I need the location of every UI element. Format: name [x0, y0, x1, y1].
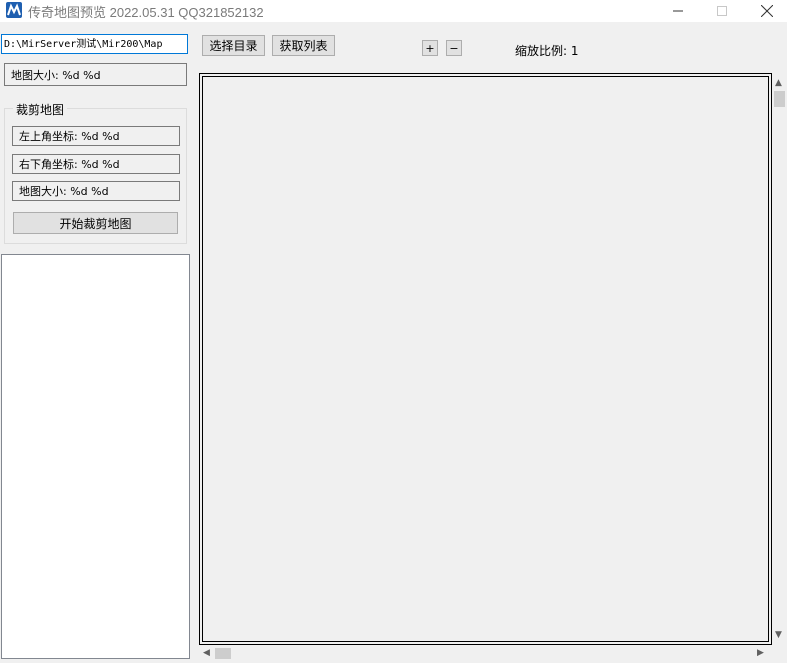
- scroll-left-icon[interactable]: ◀: [203, 648, 210, 658]
- zoom-scale-label: 缩放比例: 1: [515, 44, 579, 58]
- vertical-scrollbar[interactable]: ▲ ▼: [772, 73, 787, 645]
- map-preview-area: [202, 76, 769, 642]
- app-logo-icon: [6, 2, 22, 18]
- map-file-list[interactable]: [1, 254, 190, 659]
- select-directory-button[interactable]: 选择目录: [202, 35, 265, 56]
- start-crop-button[interactable]: 开始裁剪地图: [13, 212, 178, 234]
- zoom-in-button[interactable]: +: [422, 40, 438, 56]
- horizontal-scrollbar[interactable]: ◀ ▶: [199, 645, 772, 661]
- window-title: 传奇地图预览 2022.05.31 QQ321852132: [28, 5, 264, 20]
- crop-group-title: 裁剪地图: [13, 101, 68, 118]
- maximize-button[interactable]: [699, 0, 745, 22]
- bottom-right-coord-label: 右下角坐标: %d %d: [12, 154, 180, 174]
- map-size-label: 地图大小: %d %d: [4, 63, 187, 86]
- path-input[interactable]: D:\MirServer测试\Mir200\Map: [1, 34, 188, 54]
- close-button[interactable]: [744, 0, 787, 22]
- vertical-scroll-thumb[interactable]: [774, 91, 785, 107]
- scroll-down-icon[interactable]: ▼: [775, 630, 782, 640]
- minimize-button[interactable]: [655, 0, 701, 22]
- maximize-icon: [717, 6, 727, 16]
- title-bar: 传奇地图预览 2022.05.31 QQ321852132: [0, 0, 787, 22]
- minimize-icon: [673, 10, 683, 12]
- crop-map-size-label: 地图大小: %d %d: [12, 181, 180, 201]
- top-left-coord-label: 左上角坐标: %d %d: [12, 126, 180, 146]
- get-list-button[interactable]: 获取列表: [272, 35, 335, 56]
- zoom-out-button[interactable]: −: [446, 40, 462, 56]
- close-icon: [761, 5, 773, 17]
- map-preview-canvas[interactable]: [199, 73, 772, 645]
- horizontal-scroll-thumb[interactable]: [215, 648, 231, 659]
- scroll-up-icon[interactable]: ▲: [775, 78, 782, 88]
- scroll-right-icon[interactable]: ▶: [757, 648, 764, 658]
